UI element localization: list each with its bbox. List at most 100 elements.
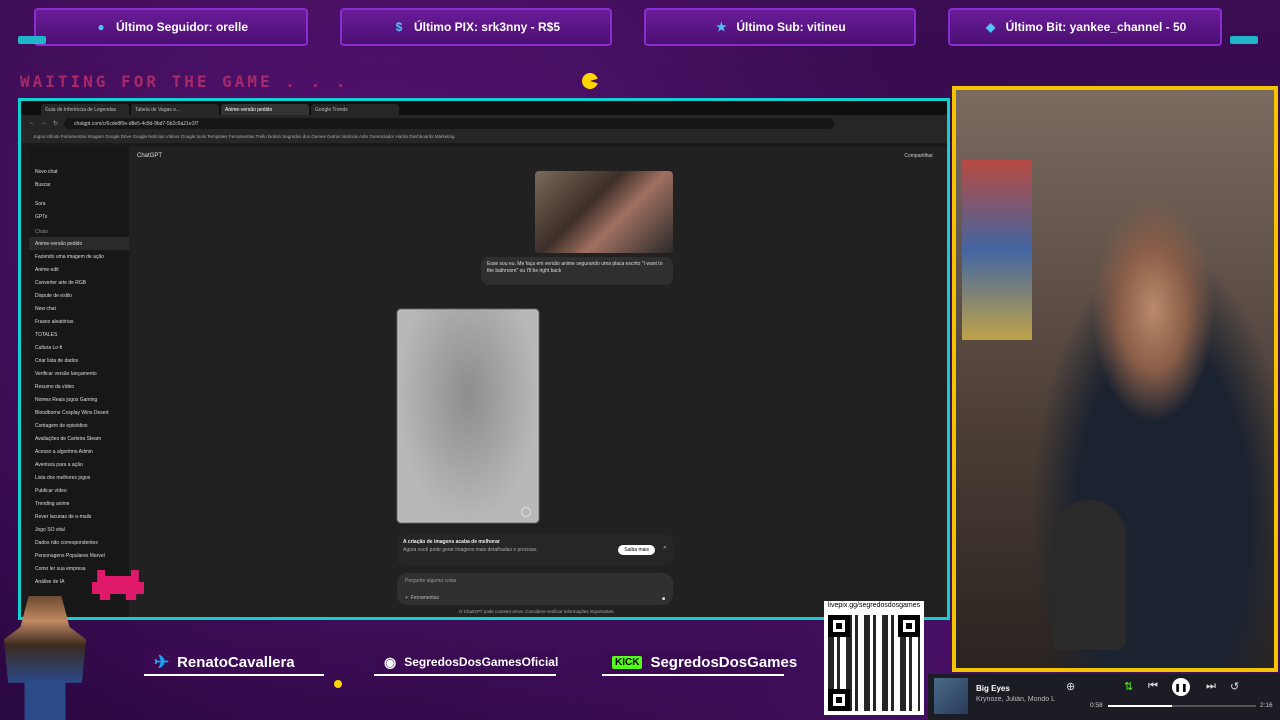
model-selector[interactable]: ChatGPT <box>137 153 162 159</box>
elapsed-time: 0:58 <box>1090 702 1103 709</box>
twitter-handle: ✈ RenatoCavallera <box>144 650 324 676</box>
sidebar-chat-item[interactable]: Anime edit <box>29 263 129 276</box>
user-icon: ● <box>97 20 105 34</box>
sidebar-chat-item[interactable]: Dados não correspondentes <box>29 536 129 549</box>
qr-corner <box>828 615 850 637</box>
last-sub-text: Último Sub: vitineu <box>736 20 846 34</box>
sidebar-chat-item[interactable]: Lista dos melhores jogos <box>29 471 129 484</box>
sidebar-chat-item[interactable]: Trending anime <box>29 497 129 510</box>
back-icon[interactable]: ← <box>29 120 35 126</box>
sidebar-chat-item[interactable]: Avaliações de Carteira Steam <box>29 432 129 445</box>
sidebar-chat-item[interactable]: Publicar vídeo <box>29 484 129 497</box>
sidebar-chat-item[interactable]: Frases aleatórias <box>29 315 129 328</box>
decor-strip <box>18 36 46 44</box>
sidebar-chat-item[interactable]: Anime-versão pedido <box>29 237 129 250</box>
chat-main: ChatGPT Compartilhar Esse sou eu. Me faç… <box>129 147 947 617</box>
tools-button[interactable]: + Ferramentas <box>405 595 439 601</box>
browser-tab[interactable]: Tabela de Vagas e... <box>131 104 219 115</box>
notice-button[interactable]: Saiba mais <box>618 545 655 555</box>
diamond-icon: ◆ <box>986 20 996 34</box>
pause-button[interactable]: ❚❚ <box>1172 678 1190 696</box>
progress-fill <box>1108 705 1172 707</box>
last-pix-bar: $ Último PIX: srk3nny - R$5 <box>340 8 612 46</box>
last-sub-bar: ★ Último Sub: vitineu <box>644 8 916 46</box>
sidebar-item-sora[interactable]: Sora <box>29 197 129 210</box>
sidebar-item-gpts[interactable]: GPTs <box>29 210 129 223</box>
star-icon: ★ <box>715 20 727 34</box>
music-player: Big Eyes Krynoze, Julián, Mondo L ⊕ ⇅ ⏮ … <box>928 674 1280 720</box>
address-bar: ← → ↻ chatgpt.com/c/6cde8f0e-d8e5-4c8d-9… <box>21 115 947 131</box>
voice-icon[interactable]: ■ <box>662 596 665 602</box>
notice-body: Agora você pode gerar imagens mais detal… <box>403 547 538 553</box>
browser-tab[interactable]: Anime-versão pedido <box>221 104 309 115</box>
sidebar-chat-item[interactable]: Converter arte de RGB <box>29 276 129 289</box>
instagram-icon: ◉ <box>384 653 397 670</box>
qr-code-panel: livepix.gg/segredosdosgames <box>824 601 924 715</box>
close-icon[interactable]: ✕ <box>663 545 667 551</box>
sidebar-chat-item[interactable]: Fazendo uma imagem de ação <box>29 250 129 263</box>
sidebar-chat-item[interactable]: Dispute de estilo <box>29 289 129 302</box>
track-title: Big Eyes <box>976 684 1010 693</box>
sidebar-chat-item[interactable]: Resumo da vídeo <box>29 380 129 393</box>
twitter-name: RenatoCavallera <box>177 653 295 671</box>
instagram-handle: ◉ SegredosDosGamesOficial <box>374 650 558 676</box>
pix-icon: $ <box>395 20 403 34</box>
sidebar-chat-item[interactable]: Como ler sua empresa <box>29 562 129 575</box>
sidebar-chat-item[interactable]: TOTALES <box>29 328 129 341</box>
tools-label: Ferramentas <box>410 595 440 601</box>
previous-icon[interactable]: ⏮ <box>1148 680 1158 693</box>
url-field[interactable]: chatgpt.com/c/6cde8f0e-d8e5-4c8d-9bd7-5b… <box>64 117 835 129</box>
sidebar-item-search[interactable]: Buscar <box>29 178 129 191</box>
bookmarks-bar[interactable]: Jogos Infinito Ferramentas Imagem Google… <box>21 131 947 143</box>
spinner-icon <box>521 507 531 517</box>
sidebar-chat-item[interactable]: Cultura Lo-fi <box>29 341 129 354</box>
add-icon[interactable]: ⊕ <box>1066 680 1075 693</box>
waiting-text: WAITING FOR THE GAME . . . <box>20 72 349 91</box>
sidebar-chat-item[interactable]: Bloodborne Cosplay Wins Desert <box>29 406 129 419</box>
twitter-icon: ✈ <box>154 651 170 672</box>
last-follower-text: Último Seguidor: orelle <box>115 20 248 34</box>
album-art <box>934 678 968 714</box>
reload-icon[interactable]: ↻ <box>53 120 58 127</box>
sidebar-chat-item[interactable]: Verificar versão lançamento <box>29 367 129 380</box>
share-button[interactable]: Compartilhar <box>904 153 933 159</box>
repeat-icon[interactable]: ↺ <box>1230 680 1239 693</box>
uploaded-photo <box>535 171 673 253</box>
next-icon[interactable]: ⏭ <box>1206 680 1216 693</box>
decor-dot <box>334 680 342 688</box>
kick-handle: KICK SegredosDosGames <box>602 650 797 676</box>
qr-corner <box>828 689 850 711</box>
user-message: Esse sou eu. Me faça em versão anime seg… <box>481 257 673 285</box>
last-follower-bar: ● Último Seguidor: orelle <box>34 8 308 46</box>
image-notice: A criação de imagens acaba de melhorar A… <box>397 535 673 565</box>
webcam-feed <box>952 86 1278 672</box>
disclaimer: O ChatGPT pode cometer erros. Considere … <box>459 609 615 614</box>
screen-capture: Guia de Inferência de Legendas Tabela de… <box>18 98 950 620</box>
generating-image <box>397 309 539 523</box>
sidebar-item-new-chat[interactable]: Novo chat <box>29 165 129 178</box>
sidebar-chat-item[interactable]: Personagens Populares Marvel <box>29 549 129 562</box>
sidebar-chat-item[interactable]: Nomes Reais jogos Gaming <box>29 393 129 406</box>
duration-time: 2:16 <box>1260 702 1273 709</box>
microphone <box>1052 500 1126 650</box>
decor-strip <box>1230 36 1258 44</box>
chat-sidebar: Novo chat Buscar Sora GPTs Chats Anime-v… <box>29 147 129 615</box>
sidebar-chat-item[interactable]: Contagem de episódios <box>29 419 129 432</box>
last-bit-bar: ◆ Último Bit: yankee_channel - 50 <box>948 8 1222 46</box>
sidebar-chat-item[interactable]: Acesso a algoritmo Admin <box>29 445 129 458</box>
sidebar-chat-item[interactable]: Aventura para a ação <box>29 458 129 471</box>
sidebar-chat-item[interactable]: Jogo SO vital <box>29 523 129 536</box>
kick-icon: KICK <box>612 655 643 669</box>
forward-icon[interactable]: → <box>41 120 47 126</box>
sidebar-chat-item[interactable]: New chat <box>29 302 129 315</box>
shuffle-icon[interactable]: ⇅ <box>1124 680 1133 693</box>
sidebar-chat-item[interactable]: Criar lista de dados <box>29 354 129 367</box>
composer-input[interactable]: Pergunte alguma coisa <box>405 578 665 584</box>
browser-tab[interactable]: Google Trends <box>311 104 399 115</box>
kick-name: SegredosDosGames <box>650 653 798 671</box>
composer: Pergunte alguma coisa + Ferramentas ■ <box>397 573 673 605</box>
progress-bar[interactable] <box>1108 705 1256 707</box>
last-bit-text: Último Bit: yankee_channel - 50 <box>1005 20 1187 34</box>
sidebar-chat-item[interactable]: Rever lacunas de e-mails <box>29 510 129 523</box>
browser-tab[interactable]: Guia de Inferência de Legendas <box>41 104 129 115</box>
